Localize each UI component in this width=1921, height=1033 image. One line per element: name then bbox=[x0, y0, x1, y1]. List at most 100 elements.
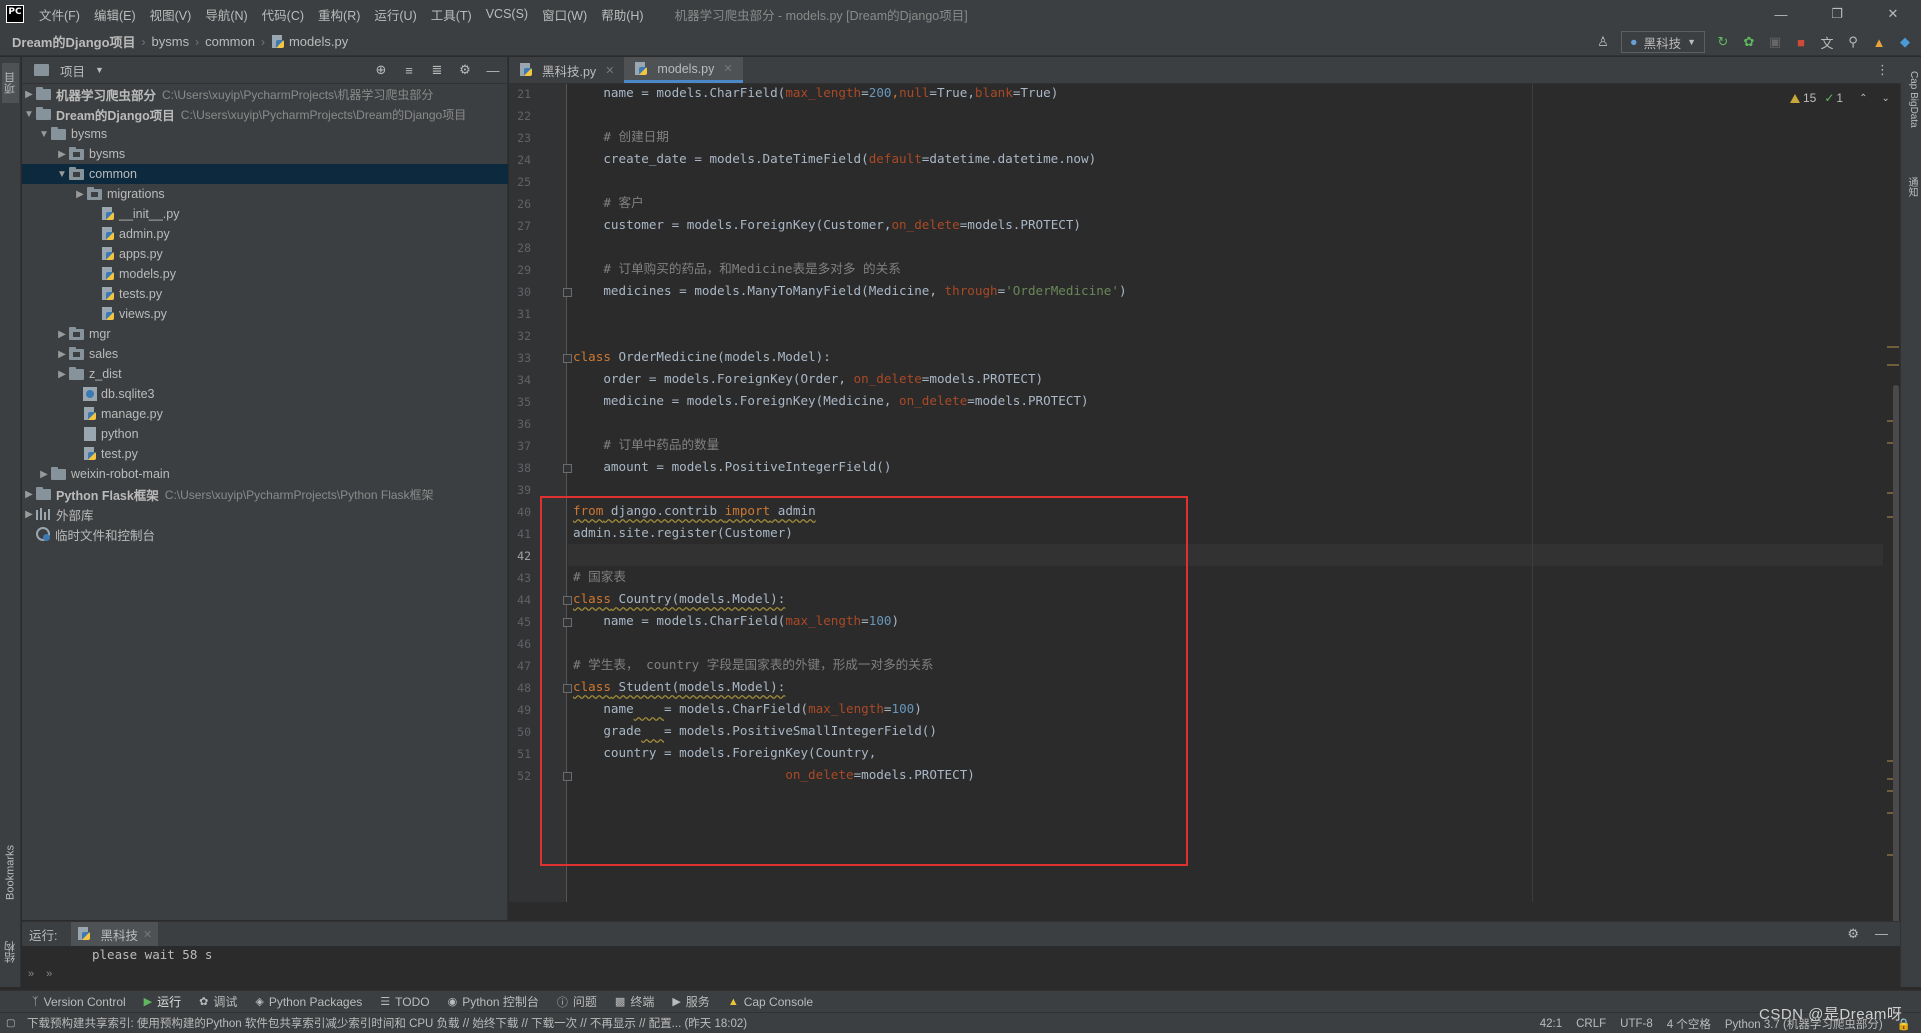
menu-help[interactable]: 帮助(H) bbox=[594, 5, 650, 24]
coverage-icon[interactable]: ▣ bbox=[1767, 34, 1783, 50]
more-icon[interactable]: ⋮ bbox=[1876, 62, 1889, 78]
tree-item-z-dist[interactable]: ▶ z_dist bbox=[22, 364, 508, 384]
breadcrumb-project[interactable]: Dream的Django项目 bbox=[0, 32, 140, 51]
chevron-right-icon[interactable]: ▶ bbox=[37, 469, 51, 480]
user-icon[interactable]: ♙ bbox=[1595, 34, 1611, 50]
plugin-icon[interactable]: ◆ bbox=[1897, 34, 1913, 50]
ok-count[interactable]: ✓ 1 bbox=[1824, 91, 1843, 105]
translate-icon[interactable]: 文 bbox=[1819, 34, 1835, 51]
tool-services[interactable]: ▶ 服务 bbox=[672, 993, 709, 1010]
bookmarks-tool-tab[interactable]: Bookmarks bbox=[2, 837, 19, 907]
breadcrumb-file[interactable]: models.py bbox=[267, 34, 352, 49]
menu-navigate[interactable]: 导航(N) bbox=[198, 5, 254, 24]
close-window-button[interactable]: ✕ bbox=[1865, 0, 1921, 28]
locate-icon[interactable]: ⊕ bbox=[373, 61, 389, 79]
close-icon[interactable]: ✕ bbox=[605, 64, 614, 77]
menu-edit[interactable]: 编辑(E) bbox=[87, 5, 143, 24]
warning-mark[interactable] bbox=[1887, 364, 1899, 366]
tree-item-tests-py[interactable]: ▶tests.py bbox=[22, 284, 508, 304]
tree-item-views-py[interactable]: ▶views.py bbox=[22, 304, 508, 324]
chevron-right-icon[interactable]: ▶ bbox=[73, 189, 87, 200]
menu-vcs[interactable]: VCS(S) bbox=[479, 7, 535, 21]
tool-cap-console[interactable]: ▲ Cap Console bbox=[728, 995, 813, 1009]
menu-window[interactable]: 窗口(W) bbox=[535, 5, 594, 24]
chevron-down-icon[interactable]: ▼ bbox=[55, 169, 69, 180]
run-tab-heikeji[interactable]: 黑科技 ✕ bbox=[71, 922, 159, 946]
tree-item-manage-py[interactable]: ▶manage.py bbox=[22, 404, 508, 424]
bigdata-tool-tab[interactable]: Cap BigData bbox=[1904, 71, 1919, 128]
tree-item-project-flask[interactable]: ▶ Python Flask框架 C:\Users\xuyip\PycharmPro… bbox=[22, 484, 508, 504]
vertical-scrollbar[interactable] bbox=[1893, 385, 1899, 975]
status-layout-icon[interactable]: ▢ bbox=[6, 1018, 15, 1029]
fold-icon[interactable] bbox=[563, 288, 572, 297]
tool-version-control[interactable]: ᛉ Version Control bbox=[32, 995, 126, 1009]
tree-item-sales[interactable]: ▶ sales bbox=[22, 344, 508, 364]
tool-run[interactable]: ▶ 运行 bbox=[144, 993, 181, 1010]
hide-panel-icon[interactable]: — bbox=[485, 61, 501, 79]
status-message[interactable]: 下载预构建共享索引: 使用预构建的Python 软件包共享索引减少索引时间和 C… bbox=[27, 1015, 747, 1031]
expand-all-icon[interactable]: ≡ bbox=[401, 61, 417, 79]
tab-models-py[interactable]: models.py ✕ bbox=[624, 57, 743, 83]
line-separator[interactable]: CRLF bbox=[1576, 1018, 1606, 1030]
chevron-right-icon[interactable]: ▶ bbox=[22, 89, 36, 100]
tool-problems[interactable]: ⓘ 问题 bbox=[557, 993, 597, 1010]
chevron-up-icon[interactable]: ⌃ bbox=[1859, 93, 1867, 104]
tree-item-init-py[interactable]: ▶__init__.py bbox=[22, 204, 508, 224]
restore-button[interactable]: ❐ bbox=[1809, 0, 1865, 28]
tab-heikeji-py[interactable]: 黑科技.py ✕ bbox=[509, 57, 624, 83]
tree-item-project-django[interactable]: ▼ Dream的Django项目 C:\Users\xuyip\PycharmPro… bbox=[22, 104, 508, 124]
run-gutter-arrows-icon[interactable]: »» bbox=[28, 968, 64, 980]
chevron-down-icon[interactable]: ▼ bbox=[22, 109, 36, 120]
chevron-right-icon[interactable]: ▶ bbox=[55, 349, 69, 360]
chevron-down-icon[interactable]: ▼ bbox=[37, 129, 51, 140]
tree-item-common[interactable]: ▼ common bbox=[22, 164, 508, 184]
menu-tools[interactable]: 工具(T) bbox=[424, 5, 479, 24]
chevron-right-icon[interactable]: ▶ bbox=[22, 489, 36, 500]
fold-icon[interactable] bbox=[563, 354, 572, 363]
rerun-icon[interactable]: ↻ bbox=[1715, 34, 1731, 50]
tree-item-bysms-root[interactable]: ▼ bysms bbox=[22, 124, 508, 144]
tree-item-project-ml[interactable]: ▶ 机器学习爬虫部分 C:\Users\xuyip\PycharmProjects\… bbox=[22, 84, 508, 104]
breadcrumb-bysms[interactable]: bysms bbox=[148, 34, 194, 49]
tool-python-packages[interactable]: ◈ Python Packages bbox=[255, 995, 362, 1009]
tree-item-db-sqlite3[interactable]: ▶db.sqlite3 bbox=[22, 384, 508, 404]
notifications-tool-tab[interactable]: 通知 bbox=[1904, 177, 1919, 197]
chevron-right-icon[interactable]: ▶ bbox=[55, 329, 69, 340]
tree-item-test-py[interactable]: ▶test.py bbox=[22, 444, 508, 464]
minimize-button[interactable]: — bbox=[1753, 0, 1809, 28]
tree-item-apps-py[interactable]: ▶apps.py bbox=[22, 244, 508, 264]
chevron-right-icon[interactable]: ▶ bbox=[55, 369, 69, 380]
tree-item-python[interactable]: ▶python bbox=[22, 424, 508, 444]
menu-code[interactable]: 代码(C) bbox=[255, 5, 311, 24]
inspection-widget[interactable]: 15 ✓ 1 ⌃ ⌄ bbox=[1790, 91, 1890, 105]
project-panel-title[interactable]: 项目 bbox=[60, 61, 85, 80]
search-icon[interactable]: ⚲ bbox=[1845, 34, 1861, 50]
file-encoding[interactable]: UTF-8 bbox=[1620, 1018, 1653, 1030]
chevron-right-icon[interactable]: ▶ bbox=[55, 149, 69, 160]
close-icon[interactable]: ✕ bbox=[723, 62, 732, 75]
stop-icon[interactable]: ■ bbox=[1793, 34, 1809, 50]
tree-item-models-py[interactable]: ▶models.py bbox=[22, 264, 508, 284]
chevron-right-icon[interactable]: ▶ bbox=[22, 509, 36, 520]
tree-item-admin-py[interactable]: ▶admin.py bbox=[22, 224, 508, 244]
tree-item-external-libs[interactable]: ▶ 外部库 bbox=[22, 504, 508, 524]
tool-terminal[interactable]: ▩ 终端 bbox=[615, 993, 654, 1010]
tool-todo[interactable]: ☰ TODO bbox=[380, 995, 429, 1009]
warning-mark[interactable] bbox=[1887, 346, 1899, 348]
close-icon[interactable]: ✕ bbox=[143, 928, 152, 941]
tree-item-weixin-robot[interactable]: ▶ weixin-robot-main bbox=[22, 464, 508, 484]
run-config-selector[interactable]: ● 黑科技 ▼ bbox=[1621, 31, 1705, 53]
menu-run[interactable]: 运行(U) bbox=[367, 5, 423, 24]
tool-debug[interactable]: ✿ 调试 bbox=[199, 993, 237, 1010]
menu-file[interactable]: 文件(F) bbox=[32, 5, 87, 24]
tree-item-migrations[interactable]: ▶ migrations bbox=[22, 184, 508, 204]
gear-icon[interactable]: ⚙ bbox=[457, 61, 473, 79]
structure-tool-tab[interactable]: 结构 bbox=[2, 937, 19, 967]
gear-icon[interactable]: ⚙ bbox=[1847, 926, 1859, 942]
chevron-down-icon[interactable]: ▼ bbox=[95, 65, 104, 75]
project-tool-tab[interactable]: 项目 bbox=[2, 63, 19, 103]
menu-view[interactable]: 视图(V) bbox=[143, 5, 199, 24]
tool-python-console[interactable]: ◉ Python 控制台 bbox=[448, 993, 539, 1010]
collapse-all-icon[interactable]: ≣ bbox=[429, 61, 445, 79]
warning-count[interactable]: 15 bbox=[1790, 91, 1816, 105]
